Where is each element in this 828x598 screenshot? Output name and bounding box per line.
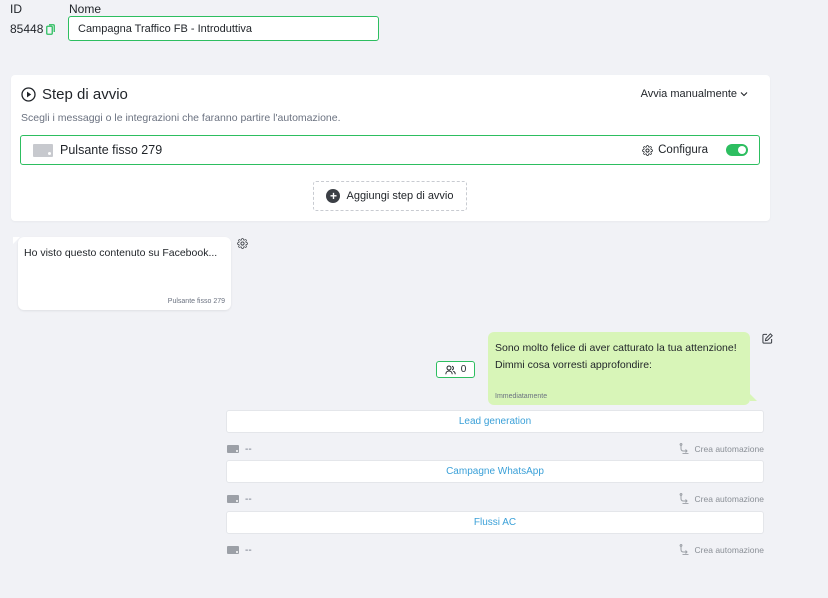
reply-line-1: Sono molto felice di aver catturato la t… — [495, 342, 737, 354]
create-automation-link[interactable]: Crea automazione — [678, 493, 764, 505]
create-automation-link[interactable]: Crea automazione — [678, 544, 764, 556]
option-target-value: -- — [245, 493, 252, 505]
option-target: -- — [227, 494, 252, 505]
users-icon — [445, 365, 456, 375]
bubble-tail — [13, 237, 20, 244]
flow-thumbnail-icon — [227, 445, 239, 453]
gear-icon[interactable] — [237, 238, 248, 249]
option-target-value: -- — [245, 443, 252, 455]
option-meta-row: -- Crea automazione — [227, 442, 764, 456]
trigger-row[interactable]: Pulsante fisso 279 Configura — [20, 135, 760, 165]
flow-thumbnail-icon — [227, 546, 239, 554]
play-circle-icon — [21, 87, 36, 102]
reply-message-bubble[interactable]: Sono molto felice di aver catturato la t… — [488, 332, 750, 405]
incoming-message-text: Ho visto questo contenuto su Facebook... — [24, 247, 218, 259]
option-target: -- — [227, 545, 252, 556]
option-meta-row: -- Crea automazione — [227, 492, 764, 506]
id-number: 85448 — [10, 22, 44, 36]
name-label: Nome — [69, 2, 102, 16]
trigger-toggle[interactable] — [726, 144, 748, 156]
reply-timing: Immediatamente — [495, 393, 548, 400]
start-step-card: Step di avvio Avvia manualmente Scegli i… — [11, 75, 770, 221]
start-mode-dropdown[interactable]: Avvia manualmente — [641, 88, 748, 100]
incoming-message-bubble[interactable]: Ho visto questo contenuto su Facebook...… — [18, 237, 231, 310]
option-button-campagne-whatsapp[interactable]: Campagne WhatsApp — [226, 460, 764, 483]
option-button-lead-generation[interactable]: Lead generation — [226, 410, 764, 433]
step-title-text: Step di avvio — [42, 86, 128, 103]
configure-button[interactable]: Configura — [642, 144, 708, 156]
readers-count: 0 — [460, 364, 467, 375]
id-label: ID — [10, 2, 22, 16]
name-field[interactable] — [68, 16, 379, 41]
step-title: Step di avvio — [21, 86, 128, 103]
branch-icon — [678, 443, 690, 455]
trigger-label: Pulsante fisso 279 — [60, 143, 163, 157]
incoming-message-footer: Pulsante fisso 279 — [167, 298, 225, 305]
create-automation-link[interactable]: Crea automazione — [678, 443, 764, 455]
readers-badge[interactable]: 0 — [436, 361, 475, 378]
create-automation-label: Crea automazione — [694, 545, 764, 555]
trigger-thumbnail-icon — [33, 143, 53, 157]
step-subtitle: Scegli i messaggi o le integrazioni che … — [21, 112, 341, 124]
copy-icon[interactable] — [46, 23, 56, 35]
add-start-step-button[interactable]: + Aggiungi step di avvio — [313, 181, 467, 211]
option-button-flussi-ac[interactable]: Flussi AC — [226, 511, 764, 534]
option-target: -- — [227, 444, 252, 455]
chevron-down-icon — [740, 91, 748, 97]
bubble-tail — [750, 394, 757, 401]
create-automation-label: Crea automazione — [694, 444, 764, 454]
option-meta-row: -- Crea automazione — [227, 543, 764, 557]
id-value: 85448 — [10, 22, 56, 36]
plus-circle-icon: + — [326, 189, 341, 203]
branch-icon — [678, 544, 690, 556]
start-mode-label: Avvia manualmente — [640, 88, 737, 100]
branch-icon — [678, 493, 690, 505]
gear-icon — [642, 144, 654, 156]
edit-icon[interactable] — [762, 333, 773, 344]
create-automation-label: Crea automazione — [694, 494, 764, 504]
option-target-value: -- — [245, 544, 252, 556]
add-step-label: Aggiungi step di avvio — [346, 190, 454, 202]
configure-label: Configura — [658, 144, 708, 156]
reply-line-2: Dimmi cosa vorresti approfondire: — [495, 359, 652, 371]
flow-thumbnail-icon — [227, 495, 239, 503]
